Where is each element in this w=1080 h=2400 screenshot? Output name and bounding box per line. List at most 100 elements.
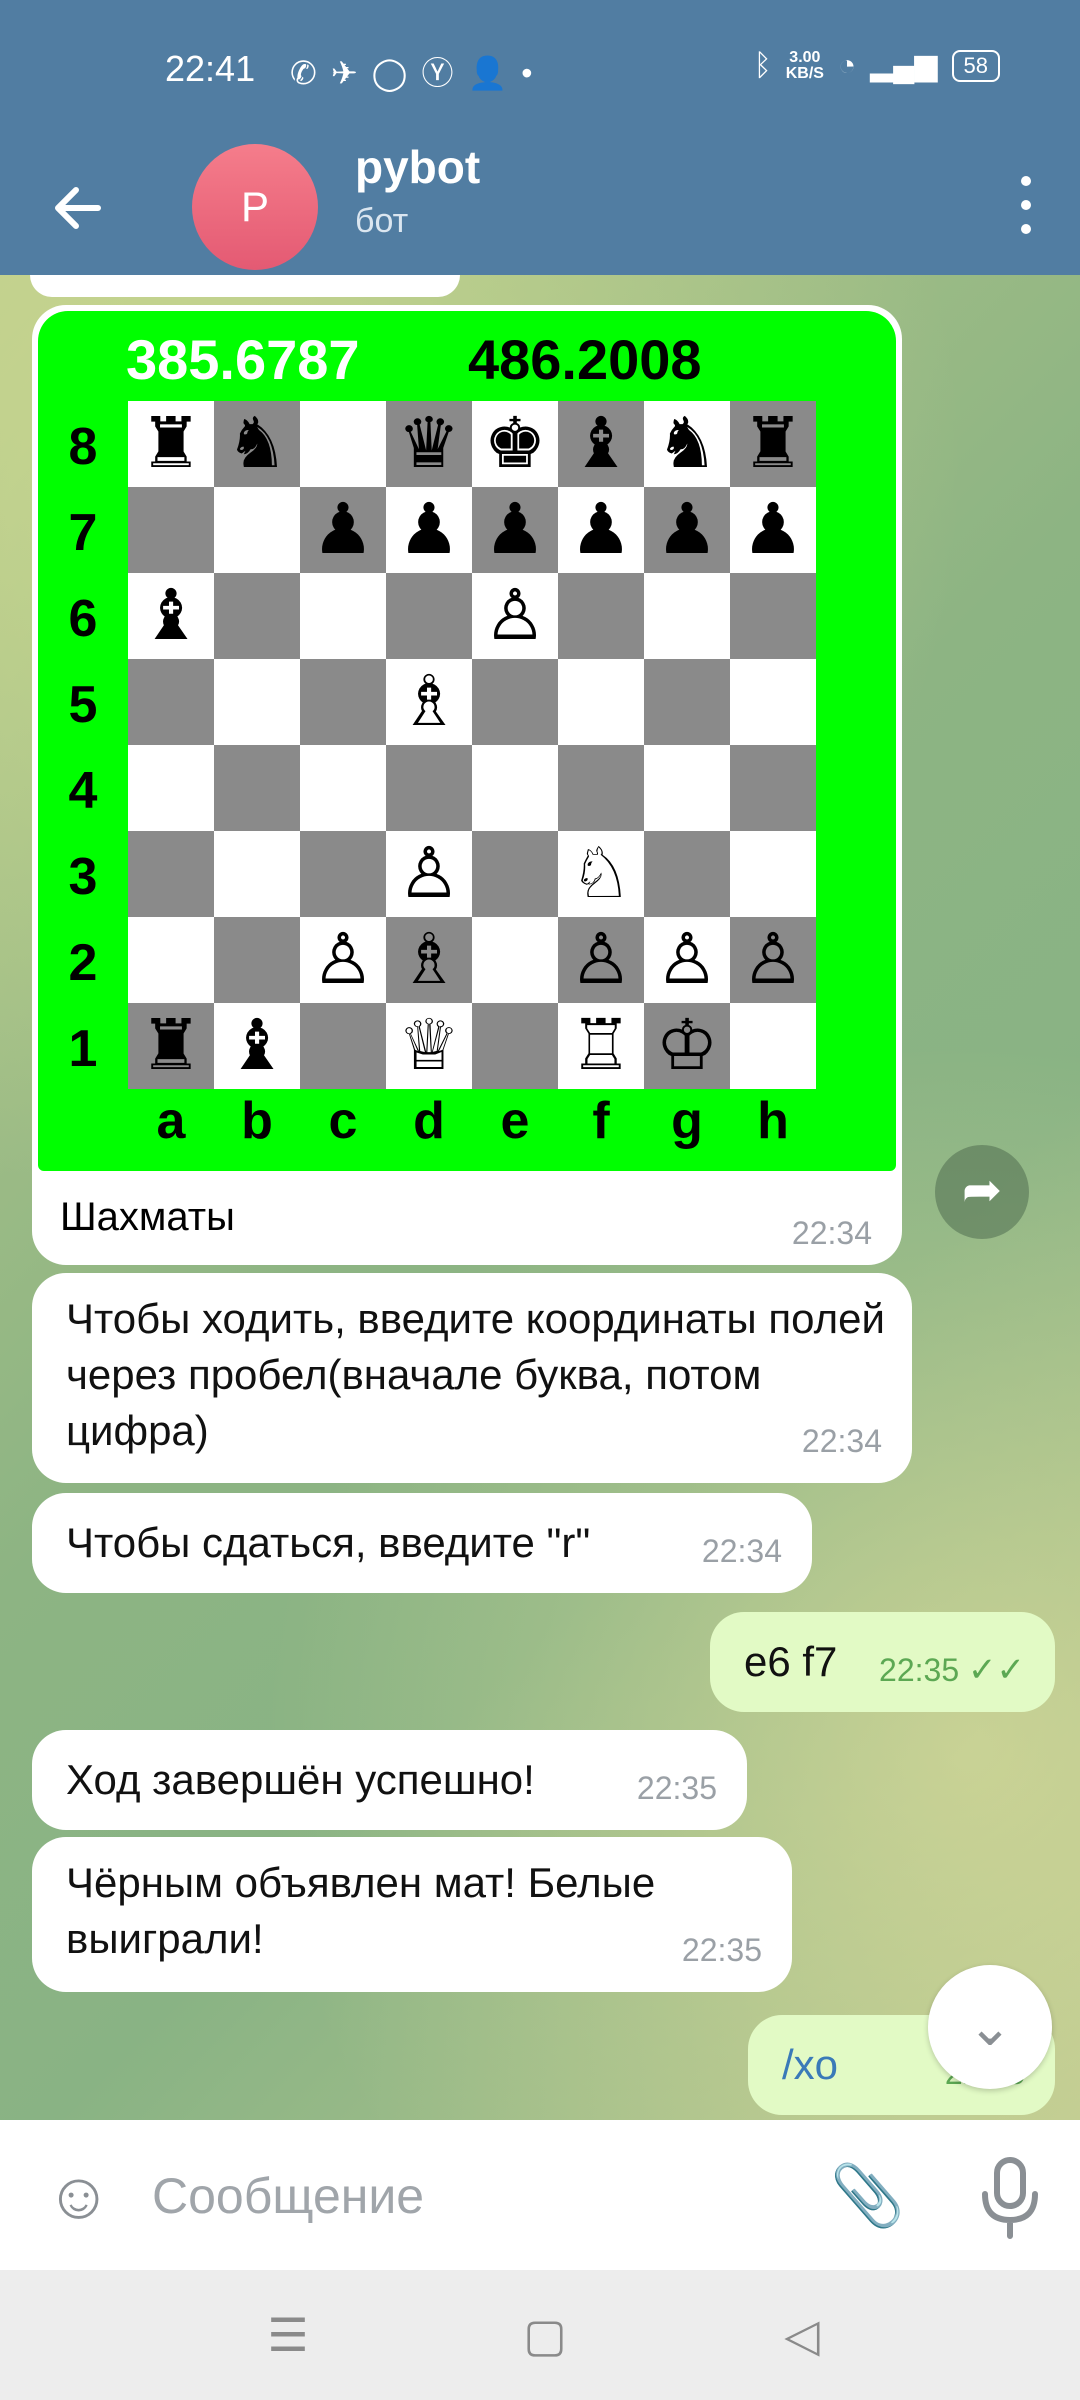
file-label: c: [328, 1092, 358, 1150]
message-text: /xo: [782, 2041, 839, 2088]
board-square: [300, 659, 386, 745]
menu-icon: ☰: [267, 2309, 309, 2361]
board-square: ♝: [128, 573, 214, 659]
board-square: ♔: [644, 1003, 730, 1089]
board-square: [472, 1003, 558, 1089]
microphone-icon: [982, 2157, 1038, 2239]
message-time: 22:34: [701, 1533, 782, 1569]
share-button[interactable]: ➦: [935, 1145, 1029, 1239]
board-square: [214, 745, 300, 831]
chat-subtitle: бот: [355, 202, 409, 240]
emoji-button[interactable]: ☺: [45, 2160, 115, 2230]
attach-button[interactable]: 📎: [830, 2158, 905, 2234]
message-bubble[interactable]: Чтобы ходить, введите координаты полей ч…: [32, 1273, 912, 1483]
board-square: ♖: [558, 1003, 644, 1089]
board-square: [472, 745, 558, 831]
message-bubble-outgoing[interactable]: e6 f7 22:35 ✓✓: [710, 1612, 1055, 1712]
battery-icon: 58: [951, 49, 1000, 82]
board-square: [644, 573, 730, 659]
chess-board-message[interactable]: 385.6787 486.2008 87654321 abcdefgh ♜ ♞ ♛ ♚…: [32, 305, 902, 1265]
board-square: [644, 659, 730, 745]
board-square: ♝: [558, 401, 644, 487]
board-square: ♙: [644, 917, 730, 1003]
board-square: [558, 573, 644, 659]
scroll-down-button[interactable]: ⌄: [928, 1965, 1052, 2089]
board-square: [128, 487, 214, 573]
board-square: [128, 831, 214, 917]
board-square: ♟: [558, 487, 644, 573]
board-square: [128, 659, 214, 745]
rank-label: 6: [68, 590, 98, 648]
home-button[interactable]: ▢: [515, 2305, 575, 2365]
system-icons: ᛒ 3.00 KB/S ◔ ▂▄▆ 58: [754, 48, 1000, 83]
message-text: e6 f7: [744, 1638, 838, 1685]
board-square: [730, 573, 816, 659]
message-list[interactable]: 385.6787 486.2008 87654321 abcdefgh ♜ ♞ ♛ ♚…: [0, 275, 1080, 2120]
status-bar: 22:41 ✆✈◯Ⓨ👤• ᛒ 3.00 KB/S ◔ ▂▄▆ 58: [0, 0, 1080, 140]
recents-button[interactable]: ☰: [258, 2305, 318, 2365]
wifi-icon: ◔: [837, 48, 857, 82]
message-time: 22:34: [791, 1215, 872, 1251]
board-square: ♛: [386, 401, 472, 487]
board-square: [472, 659, 558, 745]
board-square: [214, 487, 300, 573]
system-navigation-bar: ☰ ▢ ◁: [0, 2270, 1080, 2400]
message-time-status: 22:35 ✓✓: [879, 1642, 1025, 1698]
board-square: ♞: [644, 401, 730, 487]
file-label: h: [757, 1092, 789, 1150]
board-square: ♙: [386, 831, 472, 917]
paperclip-icon: 📎: [830, 2162, 905, 2229]
board-square: ♗: [386, 659, 472, 745]
rank-label: 1: [68, 1020, 98, 1078]
board-square: [386, 573, 472, 659]
board-square: ♙: [300, 917, 386, 1003]
more-vertical-icon: [1021, 176, 1031, 186]
file-label: f: [592, 1092, 610, 1150]
arrow-left-icon: [55, 187, 101, 229]
board-square: [558, 659, 644, 745]
menu-dot: [1021, 224, 1031, 234]
back-nav-button[interactable]: ◁: [772, 2305, 832, 2365]
board-square: [128, 745, 214, 831]
board-square: [300, 573, 386, 659]
board-square: ♞: [214, 401, 300, 487]
more-menu-button[interactable]: [1000, 160, 1050, 250]
network-speed: 3.00 KB/S: [785, 49, 824, 82]
microphone-button[interactable]: [975, 2152, 1045, 2242]
square-icon: ▢: [523, 2309, 567, 2361]
chess-board: ♜ ♞ ♛ ♚ ♝ ♞ ♜ ♟ ♟ ♟ ♟ ♟ ♟ ♝ ♙ ♗ ♙ ♘ ♙ ♗ ♙ ♙ ♙ ♜ ♝ ♕ ♖ ♔: [128, 401, 816, 1089]
board-square: ♝: [214, 1003, 300, 1089]
board-square: [300, 401, 386, 487]
message-input[interactable]: [150, 2165, 794, 2227]
rank-label: 2: [68, 934, 98, 992]
message-composer: ☺ 📎: [0, 2120, 1080, 2270]
board-square: ♟: [644, 487, 730, 573]
avatar[interactable]: P: [192, 144, 318, 270]
board-square: ♜: [730, 401, 816, 487]
rank-label: 3: [68, 848, 98, 906]
board-square: ♟: [730, 487, 816, 573]
message-bubble[interactable]: Ход завершён успешно! 22:35: [32, 1730, 747, 1830]
file-label: d: [413, 1092, 445, 1150]
message-time: 22:35: [636, 1770, 717, 1806]
chess-board-image[interactable]: 385.6787 486.2008 87654321 abcdefgh ♜ ♞ ♛ ♚…: [38, 311, 896, 1171]
back-button[interactable]: [48, 178, 118, 238]
message-text: Чёрным объявлен мат! Белые выиграли!: [66, 1859, 656, 1962]
network-speed-unit: KB/S: [785, 64, 824, 82]
board-square: ♙: [558, 917, 644, 1003]
board-square: [214, 573, 300, 659]
board-square: ♟: [300, 487, 386, 573]
board-square: [730, 745, 816, 831]
board-square: [644, 831, 730, 917]
board-square: [214, 659, 300, 745]
board-square: ♘: [558, 831, 644, 917]
previous-message-edge: [30, 275, 460, 297]
board-square: [300, 745, 386, 831]
message-bubble[interactable]: Чёрным объявлен мат! Белые выиграли! 22:…: [32, 1837, 792, 1992]
chat-title[interactable]: pybot: [355, 140, 480, 194]
rank-label: 5: [68, 676, 98, 734]
board-square: [730, 1003, 816, 1089]
board-square: ♙: [472, 573, 558, 659]
menu-dot: [1021, 200, 1031, 210]
message-bubble[interactable]: Чтобы сдаться, введите "r" 22:34: [32, 1493, 812, 1593]
